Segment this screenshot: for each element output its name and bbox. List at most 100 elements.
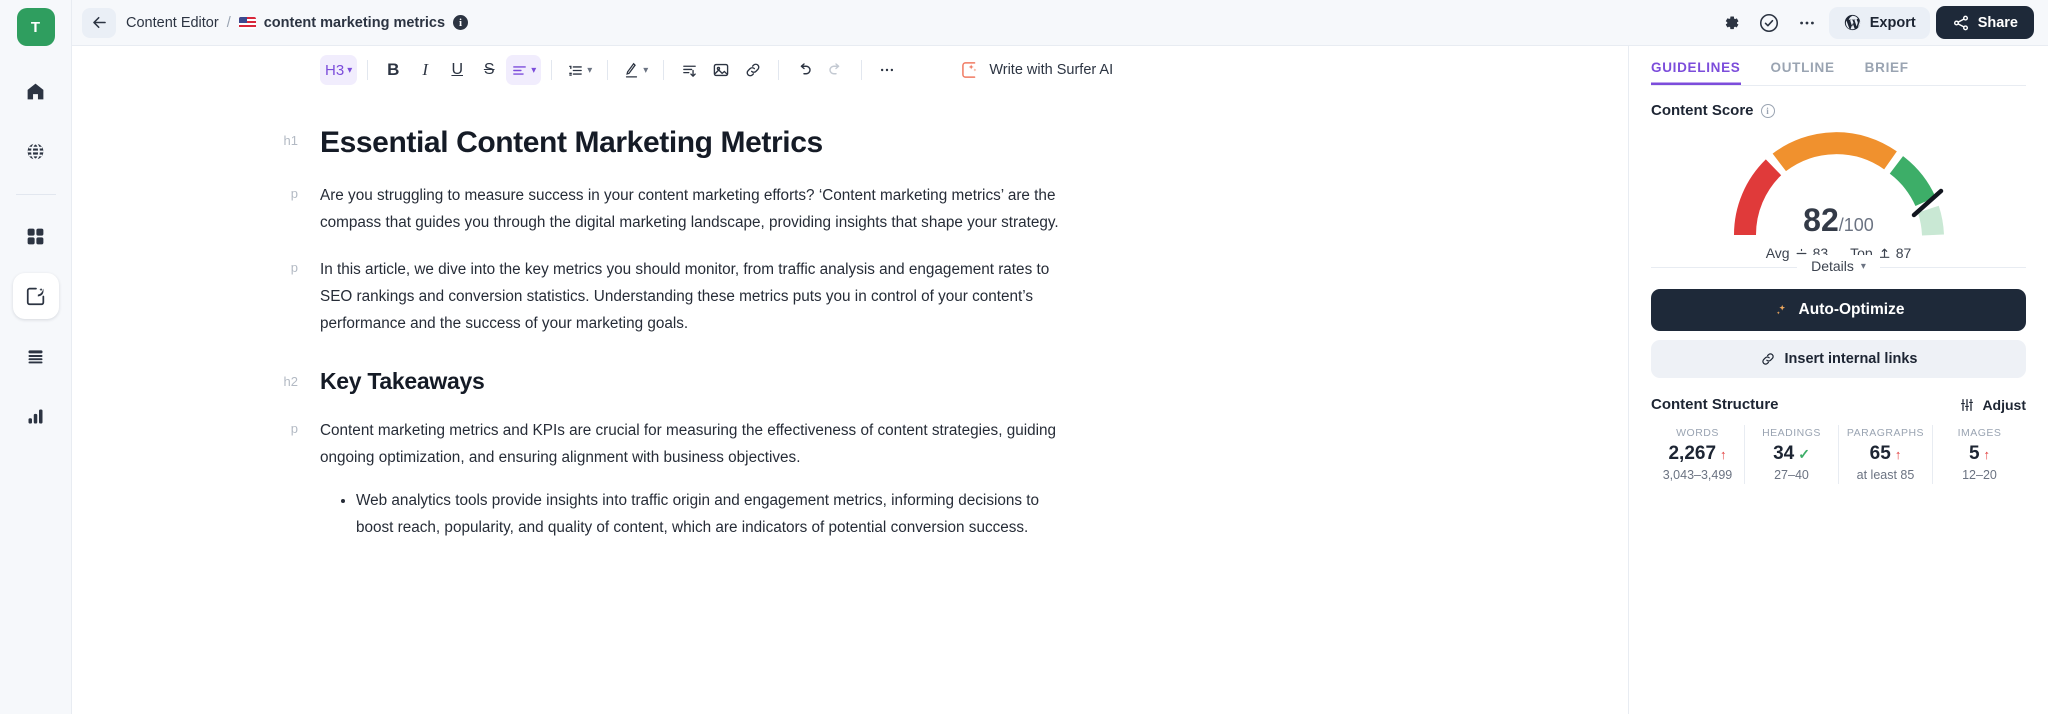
bold-button[interactable]: B bbox=[378, 55, 408, 85]
insert-block-button[interactable] bbox=[674, 55, 704, 85]
doc-heading-2: Key Takeaways bbox=[320, 367, 485, 394]
saved-status-button[interactable] bbox=[1753, 7, 1785, 39]
settings-button[interactable] bbox=[1715, 7, 1747, 39]
check-circle-icon bbox=[1759, 13, 1778, 32]
tab-guidelines[interactable]: GUIDELINES bbox=[1651, 60, 1741, 85]
italic-icon: I bbox=[422, 60, 429, 79]
heading-level-dropdown[interactable]: H3 ▾ bbox=[320, 55, 358, 85]
info-icon[interactable]: i bbox=[1760, 103, 1775, 118]
check-icon: ✓ bbox=[1798, 445, 1810, 462]
undo-button[interactable] bbox=[789, 55, 819, 85]
content-structure-label: Content Structure bbox=[1651, 396, 1779, 413]
block-content[interactable]: Are you struggling to measure success in… bbox=[320, 182, 1060, 236]
rail-divider bbox=[15, 194, 56, 195]
tab-outline[interactable]: OUTLINE bbox=[1771, 60, 1835, 85]
score-value: 82 bbox=[1803, 202, 1839, 238]
arrow-left-icon bbox=[92, 16, 106, 29]
sidebar-item-dashboard[interactable] bbox=[13, 213, 59, 259]
insert-image-button[interactable] bbox=[706, 55, 736, 85]
workspace-avatar[interactable]: T bbox=[16, 8, 55, 46]
highlight-dropdown[interactable]: ▾ bbox=[618, 55, 653, 85]
content-score-gauge-wrap: 82/100 Avg 83 Top 87 bbox=[1651, 123, 2026, 261]
info-icon[interactable]: i bbox=[453, 15, 469, 30]
back-button[interactable] bbox=[82, 7, 116, 38]
block-content[interactable]: Essential Content Marketing Metrics bbox=[320, 124, 1060, 162]
block-content[interactable]: In this article, we dive into the key me… bbox=[320, 256, 1060, 337]
score-gauge: 82/100 bbox=[1689, 123, 1989, 241]
adjust-button[interactable]: Adjust bbox=[1959, 397, 2026, 413]
details-row: Details ▾ bbox=[1651, 255, 2026, 277]
breadcrumb-root[interactable]: Content Editor bbox=[126, 15, 219, 31]
sidebar-item-audit[interactable] bbox=[13, 393, 59, 439]
toolbar-divider bbox=[551, 60, 553, 80]
sidebar-item-outlines[interactable] bbox=[13, 333, 59, 379]
document-block-ul[interactable]: Web analytics tools provide insights int… bbox=[72, 487, 1628, 541]
globe-icon bbox=[27, 142, 44, 160]
left-nav-rail: T bbox=[0, 0, 72, 714]
arrow-up-icon: ↑ bbox=[1720, 446, 1727, 462]
toolbar-more-button[interactable] bbox=[872, 55, 902, 85]
block-content[interactable]: Web analytics tools provide insights int… bbox=[320, 487, 1060, 541]
insert-links-label: Insert internal links bbox=[1784, 351, 1918, 367]
export-button[interactable]: Export bbox=[1828, 6, 1930, 39]
export-label: Export bbox=[1869, 14, 1916, 31]
stat-range: at least 85 bbox=[1856, 468, 1915, 482]
more-options-button[interactable] bbox=[1791, 7, 1823, 39]
sidebar-item-explore[interactable] bbox=[13, 128, 59, 174]
document-block-p[interactable]: p In this article, we dive into the key m… bbox=[72, 256, 1628, 337]
content-structure-stats: WORDS 2,267 ↑ 3,043–3,499 HEADINGS 34 ✓ 27–40 PA… bbox=[1651, 425, 2026, 484]
stat-value: 2,267 ↑ bbox=[1653, 443, 1742, 465]
stat-key: PARAGRAPHS bbox=[1846, 427, 1925, 439]
document-block-p[interactable]: p Are you struggling to measure success i… bbox=[72, 182, 1628, 236]
stat-images: IMAGES 5 ↑ 12–20 bbox=[1933, 425, 2026, 484]
chevron-down-icon: ▾ bbox=[531, 64, 537, 76]
document-canvas[interactable]: h1 Essential Content Marketing Metrics p Ar… bbox=[72, 94, 1628, 714]
block-type-marker bbox=[72, 487, 320, 541]
content-score-heading: Content Score i bbox=[1651, 102, 2026, 119]
insert-internal-links-button[interactable]: Insert internal links bbox=[1651, 340, 2026, 378]
write-with-surfer-ai-button[interactable]: Write with Surfer AI bbox=[960, 60, 1113, 80]
chevron-down-icon: ▾ bbox=[1860, 260, 1866, 272]
document-block-h2[interactable]: h2 Key Takeaways bbox=[72, 367, 1628, 397]
score-top-value: 87 bbox=[1895, 245, 1912, 261]
sliders-icon bbox=[1961, 398, 1974, 411]
auto-optimize-label: Auto-Optimize bbox=[1798, 301, 1905, 318]
panel-tabs: GUIDELINES OUTLINE BRIEF bbox=[1651, 46, 2026, 86]
link-icon bbox=[1761, 353, 1774, 365]
align-dropdown[interactable]: ▾ bbox=[506, 55, 542, 85]
document-block-p[interactable]: p Content marketing metrics and KPIs are … bbox=[72, 417, 1628, 471]
strikethrough-button[interactable]: S bbox=[474, 55, 504, 85]
main-column: Content Editor / content marketing metri… bbox=[72, 0, 2048, 714]
sidebar-item-home[interactable] bbox=[13, 68, 59, 114]
list-dropdown[interactable]: ▾ bbox=[562, 55, 597, 85]
italic-button[interactable]: I bbox=[410, 55, 440, 85]
doc-paragraph: Content marketing metrics and KPIs are c… bbox=[320, 421, 1057, 466]
underline-icon: U bbox=[451, 61, 463, 78]
block-content[interactable]: Key Takeaways bbox=[320, 367, 1060, 397]
share-button[interactable]: Share bbox=[1935, 6, 2034, 39]
auto-optimize-button[interactable]: Auto-Optimize bbox=[1651, 289, 2026, 331]
editor-area: H3 ▾ B I U S ▾ ▾ ▾ Write with Surfer AI … bbox=[72, 46, 1628, 714]
content-score-label: Content Score bbox=[1651, 102, 1754, 119]
adjust-label: Adjust bbox=[1982, 396, 2026, 413]
insert-link-button[interactable] bbox=[738, 55, 768, 85]
highlighter-icon bbox=[626, 62, 638, 78]
guidelines-panel: GUIDELINES OUTLINE BRIEF Content Score i bbox=[1628, 46, 2048, 714]
underline-button[interactable]: U bbox=[442, 55, 472, 85]
us-flag-icon bbox=[238, 16, 256, 29]
top-header-bar: Content Editor / content marketing metri… bbox=[72, 0, 2048, 46]
stat-key: IMAGES bbox=[1957, 427, 2002, 439]
grid-icon bbox=[27, 228, 44, 244]
toolbar-divider bbox=[607, 60, 609, 80]
block-content[interactable]: Content marketing metrics and KPIs are c… bbox=[320, 417, 1060, 471]
document-block-h1[interactable]: h1 Essential Content Marketing Metrics bbox=[72, 124, 1628, 162]
tab-brief[interactable]: BRIEF bbox=[1865, 60, 1909, 85]
stat-range: 3,043–3,499 bbox=[1662, 468, 1733, 482]
strikethrough-icon: S bbox=[483, 61, 495, 78]
sidebar-item-content-editor[interactable] bbox=[12, 273, 59, 319]
toolbar-divider bbox=[367, 60, 369, 80]
redo-button[interactable] bbox=[821, 55, 851, 85]
gauge-arc-orange bbox=[1772, 132, 1897, 172]
details-dropdown-button[interactable]: Details ▾ bbox=[1797, 255, 1880, 277]
stat-headings: HEADINGS 34 ✓ 27–40 bbox=[1745, 425, 1839, 484]
